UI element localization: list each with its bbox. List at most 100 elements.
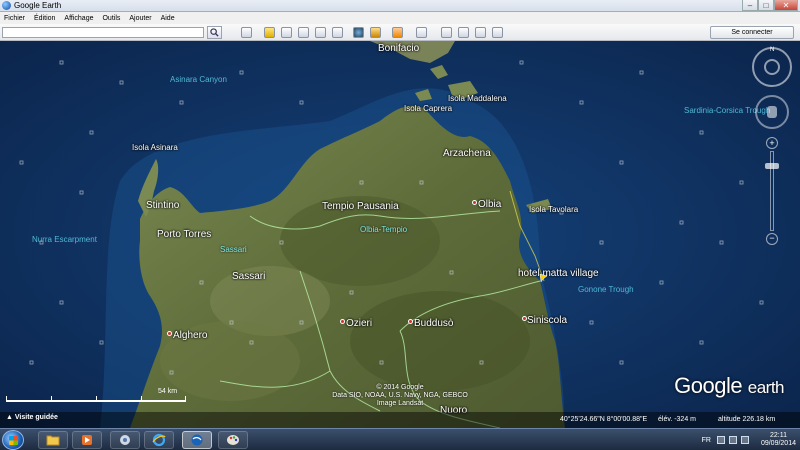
google-maps-icon[interactable]: [492, 27, 503, 38]
app-taskbar-button[interactable]: [110, 431, 140, 449]
paint-taskbar-button[interactable]: [218, 431, 248, 449]
record-tour-icon[interactable]: [332, 27, 343, 38]
copyright-line: Data SIO, NOAA, U.S. Navy, NGA, GEBCO: [332, 392, 468, 399]
sign-in-button[interactable]: Se connecter: [710, 26, 794, 39]
historical-imagery-icon[interactable]: [353, 27, 364, 38]
scale-tick: [51, 396, 52, 402]
altitude-readout: altitude 226.18 km: [718, 416, 776, 423]
scale-legend: 54 km: [6, 388, 186, 403]
show-hidden-icons-icon[interactable]: [716, 436, 725, 444]
folder-icon: [46, 435, 60, 446]
place-label-stintino[interactable]: Stintino: [146, 200, 179, 211]
menu-aide[interactable]: Aide: [161, 15, 175, 22]
save-image-icon[interactable]: [475, 27, 486, 38]
clock[interactable]: 22:11 09/09/2014: [761, 432, 796, 448]
scale-tick: [6, 396, 7, 402]
compass-ring-icon[interactable]: N: [752, 47, 792, 87]
imagery-copyright: © 2014 Google Data SIO, NOAA, U.S. Navy,…: [320, 384, 480, 408]
network-icon[interactable]: [728, 436, 737, 444]
budduso-pin-icon[interactable]: [408, 319, 413, 324]
place-label-arzachena[interactable]: Arzachena: [443, 148, 491, 159]
maximize-button[interactable]: □: [758, 0, 774, 11]
close-button[interactable]: ✕: [774, 0, 798, 11]
play-icon: [82, 435, 92, 445]
app-icon: [120, 435, 130, 445]
guided-tour-button[interactable]: ▲ Visite guidée: [6, 414, 58, 421]
ozieri-pin-icon[interactable]: [340, 319, 345, 324]
internet-explorer-icon: [152, 433, 166, 447]
zoom-slider-thumb[interactable]: [765, 163, 779, 169]
internet-explorer-taskbar-button[interactable]: [144, 431, 174, 449]
google-earth-icon: [191, 434, 203, 446]
volume-icon[interactable]: [740, 436, 749, 444]
ocean-label-gonone-trough: Gonone Trough: [578, 285, 634, 294]
placemark-icon[interactable]: [264, 27, 275, 38]
place-label-bonifacio[interactable]: Bonifacio: [378, 43, 419, 54]
window-controls: – □ ✕: [742, 0, 798, 11]
google-earth-window: Google Earth – □ ✕ Fichier Édition Affic…: [0, 0, 800, 450]
google-earth-taskbar-button[interactable]: [182, 431, 212, 449]
hotel-placemark-icon[interactable]: [538, 273, 548, 283]
province-label-olbia-tempio: Olbia-Tempio: [360, 225, 408, 234]
explorer-taskbar-button[interactable]: [38, 431, 68, 449]
elevation-readout: élév. -324 m: [658, 416, 696, 423]
menu-edition[interactable]: Édition: [34, 15, 55, 22]
place-label-alghero[interactable]: Alghero: [173, 330, 207, 341]
system-tray: FR 22:11 09/09/2014: [702, 431, 796, 449]
planets-icon[interactable]: [392, 27, 403, 38]
pan-joystick-icon[interactable]: [755, 95, 789, 129]
print-icon[interactable]: [458, 27, 469, 38]
search-input[interactable]: [2, 27, 204, 38]
olbia-pin-icon[interactable]: [472, 200, 477, 205]
sidebar-toggle-icon[interactable]: [241, 27, 252, 38]
google-earth-app-icon: [2, 1, 11, 10]
windows-taskbar: FR 22:11 09/09/2014: [0, 428, 800, 450]
map-view[interactable]: Asinara Canyon Sardinia-Corsica Trough N…: [0, 41, 800, 428]
place-label-isola-tavolara[interactable]: Isola Tavolara: [529, 205, 578, 214]
start-button[interactable]: [2, 430, 24, 450]
zoom-in-button[interactable]: +: [766, 137, 778, 149]
hand-icon: [767, 106, 777, 118]
logo-earth: earth: [747, 378, 785, 397]
satellite-imagery: [0, 41, 800, 428]
place-label-isola-caprera[interactable]: Isola Caprera: [404, 104, 452, 113]
tilt-control-icon[interactable]: [764, 59, 780, 75]
place-label-ozieri[interactable]: Ozieri: [346, 318, 372, 329]
polygon-icon[interactable]: [281, 27, 292, 38]
place-label-siniscola[interactable]: Siniscola: [527, 315, 567, 326]
place-label-sassari[interactable]: Sassari: [232, 271, 265, 282]
place-label-hotel-matta-village[interactable]: hotel matta village: [518, 268, 599, 279]
menu-fichier[interactable]: Fichier: [4, 15, 25, 22]
title-bar: Google Earth – □ ✕: [0, 0, 800, 12]
place-label-isola-asinara[interactable]: Isola Asinara: [132, 143, 178, 152]
ruler-icon[interactable]: [416, 27, 427, 38]
search-button[interactable]: [207, 26, 222, 39]
menu-affichage[interactable]: Affichage: [64, 15, 93, 22]
zoom-out-button[interactable]: −: [766, 233, 778, 245]
sunlight-icon[interactable]: [370, 27, 381, 38]
compass-north-label: N: [770, 47, 775, 53]
clock-time: 22:11: [769, 432, 787, 439]
email-icon[interactable]: [441, 27, 452, 38]
ocean-label-nurra-escarpment: Nurra Escarpment: [32, 235, 97, 244]
palette-icon: [227, 435, 239, 445]
menu-outils[interactable]: Outils: [102, 15, 120, 22]
image-overlay-icon[interactable]: [315, 27, 326, 38]
place-label-porto-torres[interactable]: Porto Torres: [157, 229, 211, 240]
place-label-budduso[interactable]: Buddusò: [414, 318, 453, 329]
menu-ajouter[interactable]: Ajouter: [129, 15, 151, 22]
media-player-taskbar-button[interactable]: [72, 431, 102, 449]
place-label-tempio-pausania[interactable]: Tempio Pausania: [322, 201, 399, 212]
scale-tick: [141, 396, 142, 402]
place-label-isola-maddalena[interactable]: Isola Maddalena: [448, 94, 507, 103]
place-label-olbia[interactable]: Olbia: [478, 199, 501, 210]
path-icon[interactable]: [298, 27, 309, 38]
language-indicator[interactable]: FR: [702, 437, 711, 444]
menu-bar: Fichier Édition Affichage Outils Ajouter…: [0, 12, 800, 24]
siniscola-pin-icon[interactable]: [522, 316, 527, 321]
ocean-label-asinara-canyon: Asinara Canyon: [170, 75, 227, 84]
minimize-button[interactable]: –: [742, 0, 758, 11]
scale-tick: [185, 396, 186, 402]
toolbar: Se connecter: [0, 24, 800, 41]
alghero-pin-icon[interactable]: [167, 331, 172, 336]
